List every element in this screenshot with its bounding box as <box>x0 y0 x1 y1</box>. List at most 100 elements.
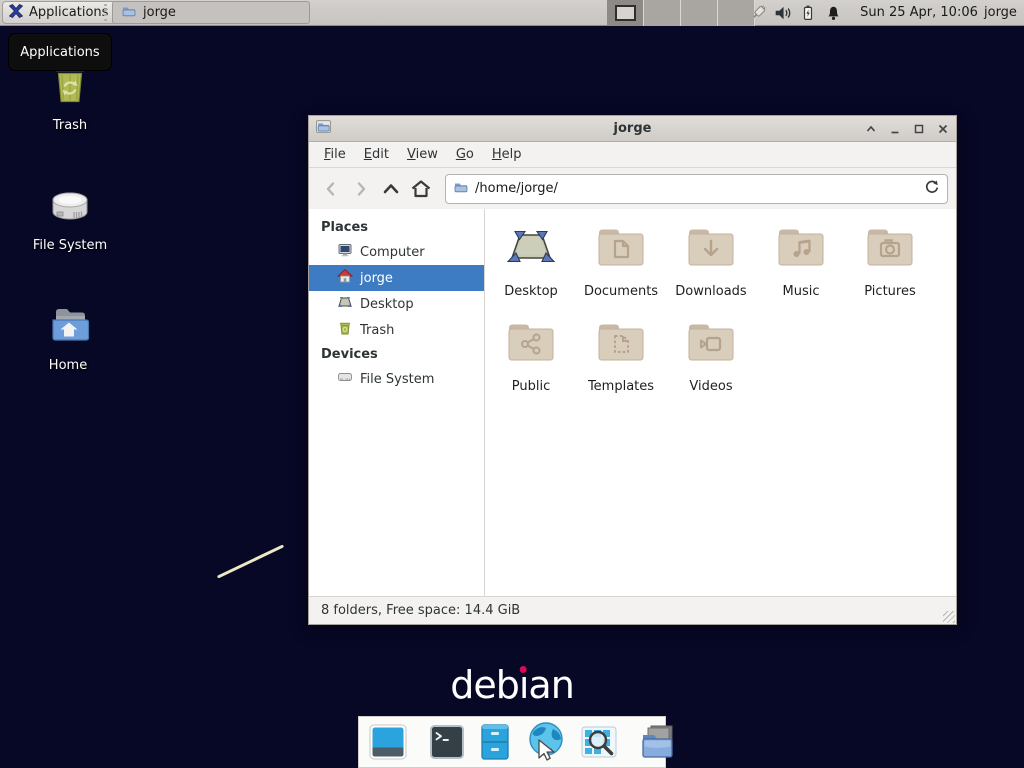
file-name: Public <box>512 379 550 394</box>
file-name: Templates <box>588 379 654 394</box>
desktop-line-artifact <box>217 544 284 578</box>
dock <box>358 716 666 768</box>
sidebar-item-label: File System <box>360 372 434 387</box>
desktop-icon-label: File System <box>33 238 107 253</box>
xfce-menu-icon <box>8 3 24 23</box>
desktop-icon-home[interactable]: Home <box>20 300 116 373</box>
workspace-window-preview <box>615 5 636 21</box>
window-controls <box>864 116 950 142</box>
file-item-public[interactable]: Public <box>487 318 575 394</box>
workspace-2[interactable] <box>644 0 681 26</box>
folder-icon <box>121 3 137 23</box>
toolbar <box>309 168 956 209</box>
folder-launcher[interactable] <box>638 722 680 762</box>
notifications-bell-icon[interactable] <box>823 3 843 23</box>
menu-view[interactable]: View <box>398 144 447 165</box>
menu-help[interactable]: Help <box>483 144 531 165</box>
sidebar: Places Computer <box>309 209 485 596</box>
menu-go[interactable]: Go <box>447 144 483 165</box>
maximize-icon[interactable] <box>912 122 926 136</box>
debian-red-dot <box>520 666 527 673</box>
folder-icon <box>453 179 469 199</box>
taskbar-window-label: jorge <box>143 5 176 20</box>
path-bar[interactable] <box>445 174 948 204</box>
taskbar-window-button[interactable]: jorge <box>112 1 310 24</box>
file-item-documents[interactable]: Documents <box>577 223 665 299</box>
home-icon <box>337 268 353 288</box>
folder-documents-icon <box>595 223 647 279</box>
tooltip-text: Applications <box>20 45 99 60</box>
folder-public-icon <box>505 318 557 374</box>
sidebar-item-label: Desktop <box>360 297 414 312</box>
sidebar-item-file-system[interactable]: File System <box>309 366 484 392</box>
home-button[interactable] <box>407 175 435 203</box>
volume-icon[interactable] <box>773 3 793 23</box>
applications-tooltip: Applications <box>8 33 112 71</box>
app-finder-launcher[interactable] <box>578 722 620 762</box>
system-tray <box>748 0 843 26</box>
statusbar-text: 8 folders, Free space: 14.4 GiB <box>321 603 520 618</box>
sidebar-header-devices: Devices <box>309 343 484 366</box>
refresh-icon[interactable] <box>923 178 940 199</box>
titlebar[interactable]: jorge <box>309 116 956 142</box>
trash-icon <box>337 320 353 340</box>
file-name: Documents <box>584 284 658 299</box>
folder-downloads-icon <box>685 223 737 279</box>
folder-pictures-icon <box>864 223 916 279</box>
desktop-icon-label: Home <box>49 358 87 373</box>
resize-grip[interactable] <box>943 611 955 623</box>
panel-clock[interactable]: Sun 25 Apr, 10:06 <box>858 0 980 26</box>
top-panel: Applications jorge <box>0 0 1024 26</box>
sidebar-item-jorge[interactable]: jorge <box>309 265 484 291</box>
shade-icon[interactable] <box>864 122 878 136</box>
close-icon[interactable] <box>936 122 950 136</box>
file-item-music[interactable]: Music <box>757 223 845 299</box>
workspace-3[interactable] <box>681 0 718 26</box>
sidebar-item-label: jorge <box>360 271 393 286</box>
sidebar-item-desktop[interactable]: Desktop <box>309 291 484 317</box>
applications-menu-button[interactable]: Applications <box>2 1 117 24</box>
folder-music-icon <box>775 223 827 279</box>
path-input[interactable] <box>475 181 917 196</box>
statusbar: 8 folders, Free space: 14.4 GiB <box>309 596 956 624</box>
minimize-icon[interactable] <box>888 122 902 136</box>
debian-logo: debıan <box>450 663 574 707</box>
file-item-templates[interactable]: Templates <box>577 318 665 394</box>
file-name: Downloads <box>675 284 746 299</box>
menu-edit[interactable]: Edit <box>355 144 398 165</box>
sidebar-item-computer[interactable]: Computer <box>309 239 484 265</box>
menu-file[interactable]: File <box>315 144 355 165</box>
folder-videos-icon <box>685 318 737 374</box>
show-desktop-button[interactable] <box>367 722 409 762</box>
computer-icon <box>337 242 353 262</box>
window-body: Places Computer <box>309 209 956 596</box>
sidebar-item-label: Computer <box>360 245 425 260</box>
file-item-downloads[interactable]: Downloads <box>667 223 755 299</box>
panel-username[interactable]: jorge <box>984 0 1017 26</box>
file-item-desktop[interactable]: Desktop <box>487 223 575 299</box>
file-name: Videos <box>689 379 732 394</box>
network-cable-icon[interactable] <box>748 3 768 23</box>
panel-handle[interactable] <box>104 4 107 22</box>
sidebar-item-label: Trash <box>360 323 394 338</box>
file-item-pictures[interactable]: Pictures <box>846 223 934 299</box>
battery-charging-icon[interactable] <box>798 3 818 23</box>
back-button[interactable] <box>317 175 345 203</box>
file-manager-launcher[interactable] <box>476 722 514 762</box>
folder-templates-icon <box>595 318 647 374</box>
hard-drive-icon <box>46 180 94 234</box>
desktop-icon <box>337 294 353 314</box>
workspace-1[interactable] <box>607 0 644 26</box>
sidebar-item-trash[interactable]: Trash <box>309 317 484 343</box>
home-folder-icon <box>44 300 92 354</box>
terminal-launcher[interactable] <box>427 722 467 762</box>
desktop-icon <box>505 223 557 279</box>
desktop-icon-file-system[interactable]: File System <box>22 180 118 253</box>
file-item-videos[interactable]: Videos <box>667 318 755 394</box>
web-browser-launcher[interactable] <box>523 720 569 764</box>
applications-menu-label: Applications <box>29 5 108 20</box>
file-name: Desktop <box>504 284 558 299</box>
forward-button[interactable] <box>347 175 375 203</box>
up-button[interactable] <box>377 175 405 203</box>
workspace-switcher <box>607 0 755 26</box>
